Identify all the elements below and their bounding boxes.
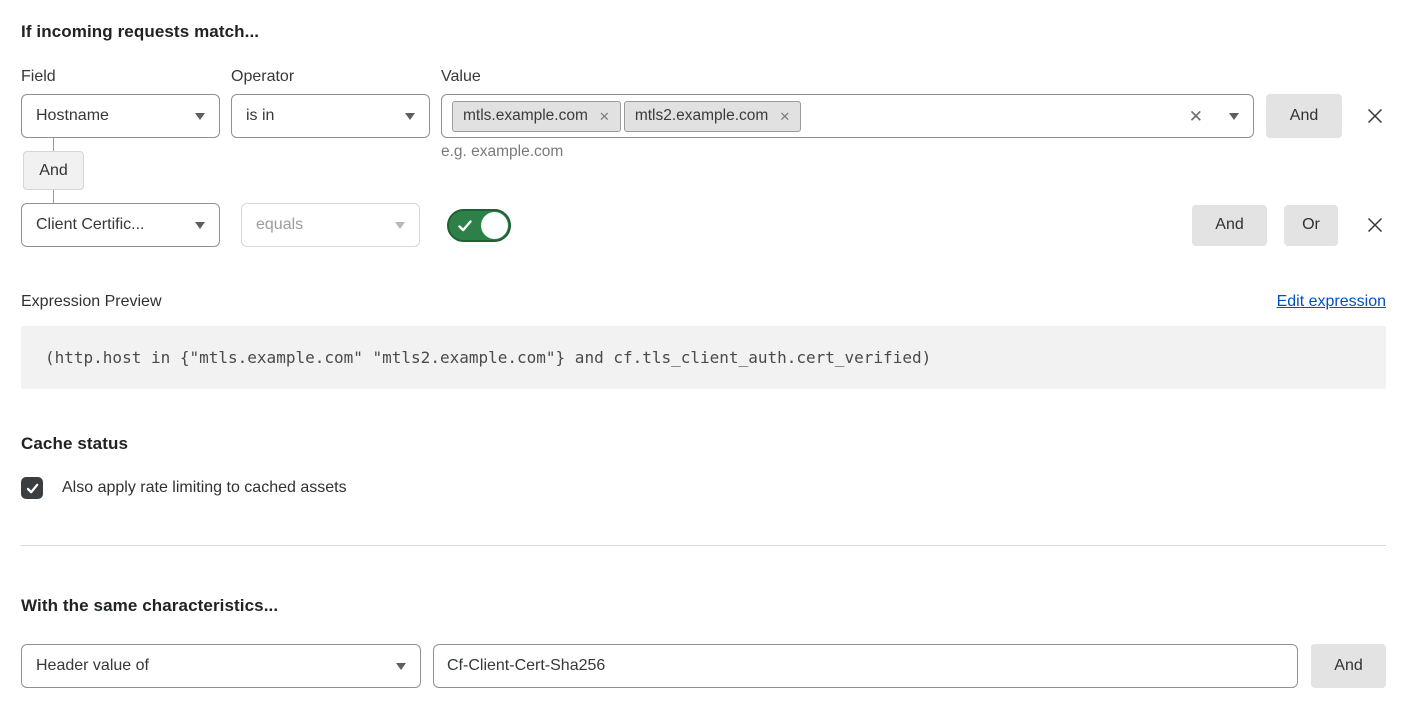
match-section-title: If incoming requests match... bbox=[21, 22, 1386, 42]
operator-select-2: equals bbox=[241, 203, 420, 247]
connector-band: And e.g. example.com bbox=[21, 138, 1386, 203]
close-icon bbox=[1365, 106, 1385, 126]
delete-condition-button-1[interactable] bbox=[1364, 106, 1386, 126]
check-icon bbox=[25, 481, 40, 496]
header-name-input[interactable] bbox=[433, 644, 1298, 688]
expression-header: Expression Preview Edit expression bbox=[21, 293, 1386, 311]
field-label: Field bbox=[21, 68, 231, 86]
cache-checkbox-row: Also apply rate limiting to cached asset… bbox=[21, 477, 1386, 499]
characteristics-row: Header value of And bbox=[21, 644, 1386, 688]
remove-tag-icon[interactable]: ✕ bbox=[599, 110, 610, 123]
value-tag-text: mtls.example.com bbox=[463, 107, 588, 125]
chevron-down-icon bbox=[195, 113, 205, 120]
value-tag-text: mtls2.example.com bbox=[635, 107, 769, 125]
expression-code: (http.host in {"mtls.example.com" "mtls2… bbox=[21, 326, 1386, 389]
rule-builder: If incoming requests match... Field Oper… bbox=[0, 0, 1420, 688]
characteristic-select[interactable]: Header value of bbox=[21, 644, 421, 688]
characteristics-title: With the same characteristics... bbox=[21, 596, 1386, 616]
add-characteristic-button[interactable]: And bbox=[1311, 644, 1386, 688]
chevron-down-icon bbox=[405, 113, 415, 120]
delete-condition-button-2[interactable] bbox=[1364, 215, 1386, 235]
field-select-1-value: Hostname bbox=[36, 107, 185, 125]
check-icon bbox=[457, 218, 473, 234]
operator-select-2-value: equals bbox=[256, 216, 385, 234]
edit-expression-link[interactable]: Edit expression bbox=[1277, 293, 1386, 311]
field-select-2[interactable]: Client Certific... bbox=[21, 203, 220, 247]
field-select-1[interactable]: Hostname bbox=[21, 94, 220, 138]
chevron-down-icon bbox=[395, 222, 405, 229]
value-label: Value bbox=[441, 68, 1386, 86]
remove-tag-icon[interactable]: ✕ bbox=[779, 110, 790, 123]
chevron-down-icon bbox=[396, 663, 406, 670]
operator-select-1-value: is in bbox=[246, 107, 395, 125]
value-tag: mtls.example.com ✕ bbox=[452, 101, 621, 132]
cached-assets-checkbox[interactable] bbox=[21, 477, 43, 499]
toggle-knob bbox=[481, 212, 508, 239]
cache-status-title: Cache status bbox=[21, 434, 1386, 454]
and-connector-button[interactable]: And bbox=[23, 151, 84, 190]
field-select-2-value: Client Certific... bbox=[36, 216, 185, 234]
clear-values-icon[interactable]: ✕ bbox=[1189, 108, 1203, 125]
operator-select-1[interactable]: is in bbox=[231, 94, 430, 138]
add-or-condition-button-2[interactable]: Or bbox=[1284, 205, 1338, 246]
connector-line bbox=[53, 190, 54, 203]
value-tag: mtls2.example.com ✕ bbox=[624, 101, 801, 132]
value-helper-text: e.g. example.com bbox=[441, 143, 563, 161]
cached-assets-checkbox-label: Also apply rate limiting to cached asset… bbox=[62, 479, 347, 497]
rule-row-2: Client Certific... equals And Or bbox=[21, 203, 1386, 247]
chevron-down-icon[interactable] bbox=[1229, 113, 1239, 120]
value-multiselect[interactable]: mtls.example.com ✕ mtls2.example.com ✕ ✕ bbox=[441, 94, 1254, 138]
close-icon bbox=[1365, 215, 1385, 235]
column-labels: Field Operator Value bbox=[21, 68, 1386, 86]
cert-verified-toggle[interactable] bbox=[447, 209, 511, 242]
chevron-down-icon bbox=[195, 222, 205, 229]
expression-preview-label: Expression Preview bbox=[21, 293, 162, 311]
rule-row-1: Hostname is in mtls.example.com ✕ mtls2.… bbox=[21, 94, 1386, 138]
section-divider bbox=[21, 545, 1386, 546]
add-and-condition-button-2[interactable]: And bbox=[1192, 205, 1267, 246]
connector-line bbox=[53, 138, 54, 151]
characteristic-select-value: Header value of bbox=[36, 657, 386, 675]
operator-label: Operator bbox=[231, 68, 441, 86]
add-and-condition-button-1[interactable]: And bbox=[1266, 94, 1342, 138]
